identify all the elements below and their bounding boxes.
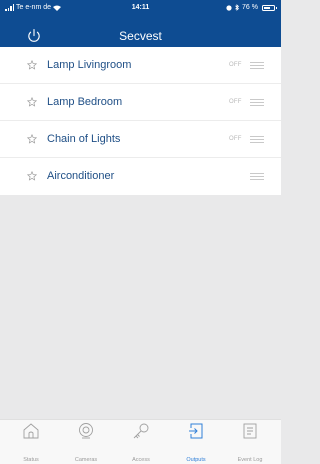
outputs-icon [189, 423, 203, 439]
output-name: Lamp Bedroom [47, 96, 123, 108]
output-state: OFF [229, 62, 242, 68]
battery-percent: 76 % [242, 4, 258, 11]
output-row[interactable]: Airconditioner [0, 158, 281, 195]
star-icon[interactable] [27, 97, 37, 107]
home-icon [23, 423, 39, 439]
star-icon[interactable] [27, 134, 37, 144]
tab-label: Status [23, 457, 39, 463]
event-log-icon [243, 423, 257, 439]
output-row[interactable]: Lamp Livingroom OFF [0, 47, 281, 84]
output-state: OFF [229, 99, 242, 105]
star-icon[interactable] [27, 60, 37, 70]
tab-label: Outputs [186, 457, 206, 463]
star-icon[interactable] [27, 171, 37, 181]
output-state: OFF [229, 136, 242, 142]
output-row[interactable]: Lamp Bedroom OFF [0, 84, 281, 121]
camera-icon [79, 423, 93, 439]
location-icon [226, 4, 232, 11]
tab-outputs[interactable]: Outputs [168, 420, 224, 464]
reorder-handle-icon[interactable] [250, 173, 264, 180]
status-bar: Te e-nm de 14:11 76 % [0, 0, 281, 15]
output-name: Lamp Livingroom [47, 59, 132, 71]
reorder-handle-icon[interactable] [250, 136, 264, 143]
title-row: Secvest [0, 26, 281, 46]
tab-cameras[interactable]: Cameras [58, 420, 114, 464]
tab-bar: Status Cameras Access Outputs Event Log [0, 419, 281, 464]
key-icon [133, 423, 149, 439]
reorder-handle-icon[interactable] [250, 62, 264, 69]
output-name: Chain of Lights [47, 133, 121, 145]
power-icon[interactable] [26, 28, 42, 44]
output-row[interactable]: Chain of Lights OFF [0, 121, 281, 158]
tab-status[interactable]: Status [3, 420, 59, 464]
tab-label: Cameras [74, 457, 98, 463]
output-name: Airconditioner [47, 170, 115, 182]
battery-icon [262, 4, 277, 11]
app-header: Te e-nm de 14:11 76 % Secvest [0, 0, 281, 47]
bluetooth-icon [235, 4, 240, 11]
outputs-list: Lamp Livingroom OFF Lamp Bedroom OFF Cha… [0, 47, 281, 195]
tab-event-log[interactable]: Event Log [222, 420, 278, 464]
reorder-handle-icon[interactable] [250, 99, 264, 106]
page-title: Secvest [119, 29, 162, 43]
status-right: 76 % [226, 0, 277, 15]
tab-label: Access [132, 457, 150, 463]
tab-access[interactable]: Access [113, 420, 169, 464]
tab-label: Event Log [237, 457, 263, 463]
